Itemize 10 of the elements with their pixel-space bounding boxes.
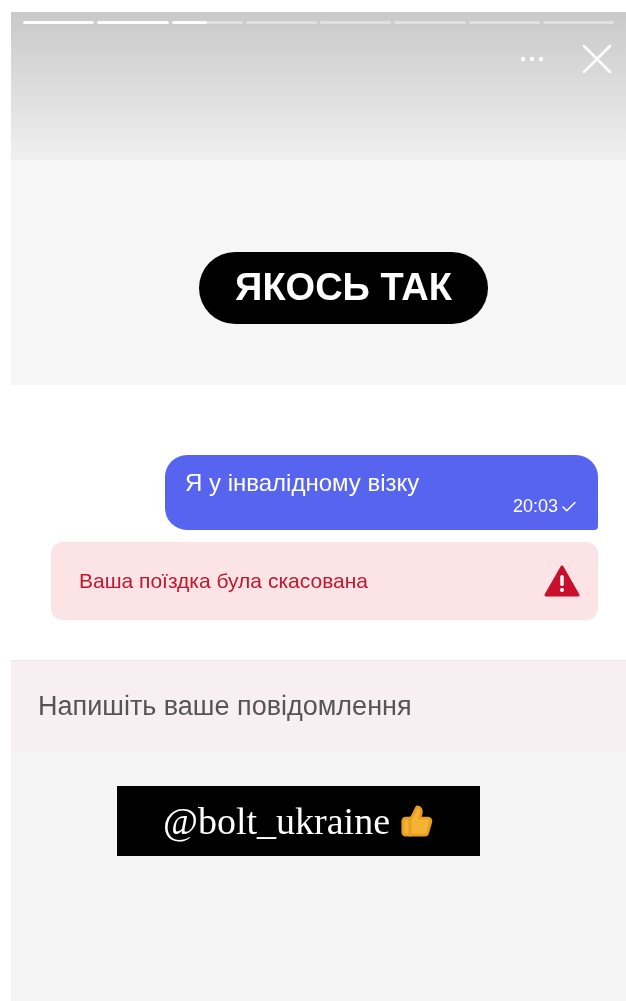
message-input[interactable]: Напишіть ваше повідомлення [11, 660, 626, 752]
thumbs-up-icon [400, 804, 435, 838]
close-icon[interactable] [582, 44, 612, 74]
alert-text: Ваша поїздка була скасована [79, 568, 368, 595]
message-text: Я у інвалідному візку [185, 471, 421, 495]
more-options-icon[interactable] [520, 56, 544, 62]
mention-text: @bolt_ukraine [162, 798, 391, 844]
message-time: 20:03 [512, 495, 558, 518]
warning-icon [544, 565, 580, 597]
caption-sticker: ЯКОСЬ ТАК [199, 251, 488, 324]
